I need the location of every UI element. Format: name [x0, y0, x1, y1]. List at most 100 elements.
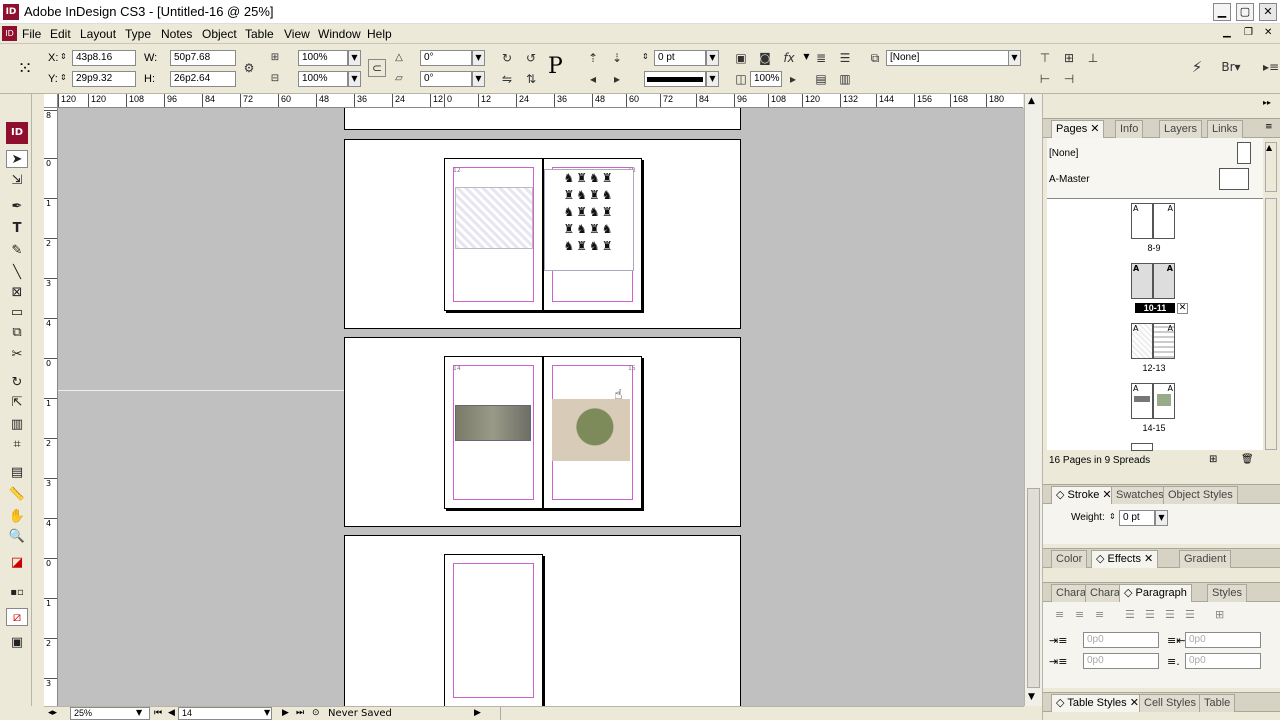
- tab-table[interactable]: Table: [1199, 694, 1236, 712]
- align-spine-icon[interactable]: ⊞: [1215, 608, 1224, 621]
- panel-menu-icon[interactable]: ▸≡: [1262, 58, 1280, 76]
- rotate-cw-icon[interactable]: ↻: [498, 49, 516, 67]
- page-thumb-10[interactable]: A: [1131, 263, 1153, 299]
- first-line-indent-field[interactable]: 0p0: [1083, 653, 1159, 669]
- text-wrap-jump-icon[interactable]: ▥: [836, 70, 854, 88]
- page-dropdown[interactable]: ▼: [264, 708, 270, 717]
- h-field[interactable]: 26p2.64: [170, 71, 236, 87]
- tab-paragraph-styles[interactable]: Styles: [1207, 584, 1247, 602]
- vertical-ruler[interactable]: 8 0 1 2 3 4 0 1 2 3 4 0 1 2 3: [44, 108, 58, 706]
- menu-window[interactable]: Window: [318, 27, 361, 41]
- robot-pair-image[interactable]: [455, 405, 531, 441]
- align-bottom-icon[interactable]: ⊥: [1084, 49, 1102, 67]
- pages-list[interactable]: A A 8-9 A A 10-11 ✕ A A 12-13 A A 14-15: [1047, 198, 1263, 451]
- apply-color-icon[interactable]: ▪▫: [6, 584, 28, 602]
- scale-tool-icon[interactable]: ⇱: [6, 394, 28, 412]
- align-left-icon[interactable]: ≡: [1055, 608, 1064, 621]
- pages-scrollbar[interactable]: [1265, 198, 1277, 450]
- spread-12-13[interactable]: 12 13 ♞♜♞♜♜♞♜♞♞♜♞♜♜♞♜♞♞♜♞♜: [344, 139, 741, 329]
- stroke-type-field[interactable]: [644, 71, 706, 87]
- horizontal-ruler[interactable]: 120 120 108 96 84 72 60 48 36 24 12 0 12…: [58, 94, 1023, 108]
- line-tool-icon[interactable]: ╲: [6, 264, 28, 282]
- stroke-weight-field[interactable]: 0 pt: [654, 50, 706, 66]
- note-tool-icon[interactable]: ▤: [6, 464, 28, 482]
- free-transform-tool-icon[interactable]: ⌗: [6, 436, 28, 454]
- distribute-h-icon[interactable]: ⊢: [1036, 70, 1054, 88]
- page-thumb-11[interactable]: A: [1153, 263, 1175, 299]
- doc-restore-icon[interactable]: ❐: [1244, 27, 1253, 38]
- page-thumb-15[interactable]: A: [1153, 383, 1175, 419]
- text-wrap-none-icon[interactable]: ≣: [812, 49, 830, 67]
- x-stepper-icon[interactable]: ⇕: [60, 52, 67, 61]
- page-16[interactable]: [444, 554, 543, 706]
- stroke-stepper-icon[interactable]: ⇕: [642, 52, 649, 61]
- sketch-image[interactable]: [455, 187, 533, 249]
- reference-point-icon[interactable]: ⁙: [14, 58, 36, 80]
- measure-tool-icon[interactable]: 📏: [6, 486, 28, 504]
- masters-scrollbar[interactable]: ▲: [1265, 142, 1277, 192]
- left-indent-field[interactable]: 0p0: [1083, 632, 1159, 648]
- page-thumb-9[interactable]: A: [1153, 203, 1175, 239]
- delete-page-icon[interactable]: 🗑: [1241, 454, 1254, 465]
- scroll-down-icon[interactable]: ▼: [1028, 692, 1035, 702]
- menu-help[interactable]: Help: [367, 27, 392, 41]
- flip-v-icon[interactable]: ⇅: [522, 70, 540, 88]
- w-field[interactable]: 50p7.68: [170, 50, 236, 66]
- view-mode-icon[interactable]: ▣: [6, 634, 28, 652]
- dock-collapse-icon[interactable]: ▸▸: [1263, 98, 1275, 108]
- scale-x-field[interactable]: 100%: [298, 50, 348, 66]
- justify-left-icon[interactable]: ☰: [1125, 608, 1135, 621]
- prev-page-icon[interactable]: ◀: [168, 708, 175, 718]
- gradient-tool-icon[interactable]: ▥: [6, 416, 28, 434]
- panel-menu-icon[interactable]: ≡: [1265, 122, 1273, 132]
- guide-line[interactable]: [58, 390, 344, 391]
- pen-tool-icon[interactable]: ✒: [6, 198, 28, 216]
- align-right-icon[interactable]: ≡: [1095, 608, 1104, 621]
- distribute-v-icon[interactable]: ⊣: [1060, 70, 1078, 88]
- scroll-up-icon[interactable]: ▲: [1028, 96, 1035, 106]
- stroke-weight-dropdown[interactable]: ▼: [706, 50, 719, 66]
- menu-view[interactable]: View: [284, 27, 310, 41]
- master-a-thumb[interactable]: [1219, 168, 1249, 190]
- bridge-icon[interactable]: Br▾: [1216, 58, 1246, 76]
- stroke-type-dropdown[interactable]: ▼: [706, 71, 719, 87]
- doc-close-icon[interactable]: ✕: [1264, 27, 1272, 38]
- fill-stroke-icon[interactable]: ◪: [6, 554, 28, 572]
- rectangle-frame-tool-icon[interactable]: ⊠: [6, 284, 28, 302]
- pencil-tool-icon[interactable]: ✎: [6, 242, 28, 260]
- page-thumb-13[interactable]: A: [1153, 323, 1175, 359]
- page-field[interactable]: 14: [178, 707, 272, 720]
- robot-silhouettes-image[interactable]: ♞♜♞♜ ♜♞♜♞ ♞♜♞♜ ♜♞♜♞ ♞♜♞♜: [544, 169, 634, 271]
- type-tool-icon[interactable]: T: [6, 220, 28, 238]
- apply-none-icon[interactable]: ⧄: [6, 608, 28, 626]
- last-page-icon[interactable]: ⏭: [296, 708, 304, 718]
- doc-minimize-icon[interactable]: ▁: [1223, 27, 1231, 38]
- tab-stroke[interactable]: ◇ Stroke ✕: [1051, 486, 1117, 504]
- tab-links[interactable]: Links: [1207, 120, 1243, 138]
- menu-type[interactable]: Type: [125, 27, 151, 41]
- page-14[interactable]: 14: [444, 356, 543, 509]
- green-robot-image[interactable]: [552, 399, 630, 461]
- new-page-icon[interactable]: ⊞: [1209, 454, 1217, 465]
- menu-table[interactable]: Table: [245, 27, 274, 41]
- tab-object-styles[interactable]: Object Styles: [1163, 486, 1238, 504]
- shear-dropdown[interactable]: ▼: [472, 71, 485, 87]
- first-page-icon[interactable]: ⏮: [154, 708, 162, 718]
- weight-stepper-icon[interactable]: ⇕: [1109, 512, 1116, 521]
- tab-cell-styles[interactable]: Cell Styles: [1139, 694, 1201, 712]
- document-canvas[interactable]: 12 13 ♞♜♞♜♜♞♜♞♞♜♞♜♜♞♜♞♞♜♞♜ 14 15 ☝: [58, 108, 1024, 706]
- page-12[interactable]: 12: [444, 158, 543, 311]
- next-page-icon[interactable]: ▶: [282, 708, 289, 718]
- ruler-origin[interactable]: [44, 94, 58, 108]
- align-center-icon[interactable]: ≡: [1075, 608, 1084, 621]
- minimize-button[interactable]: ▁: [1213, 3, 1231, 21]
- tab-layers[interactable]: Layers: [1159, 120, 1203, 138]
- master-a[interactable]: A-Master: [1049, 174, 1090, 185]
- rotate-tool-icon[interactable]: ↻: [6, 374, 28, 392]
- justify-center-icon[interactable]: ☰: [1145, 608, 1155, 621]
- select-content-icon[interactable]: ⇣: [608, 49, 626, 67]
- menu-layout[interactable]: Layout: [80, 27, 116, 41]
- master-none[interactable]: [None]: [1049, 148, 1078, 159]
- button-tool-icon[interactable]: ⧉: [6, 324, 28, 342]
- zoom-tool-icon[interactable]: 🔍: [6, 528, 28, 546]
